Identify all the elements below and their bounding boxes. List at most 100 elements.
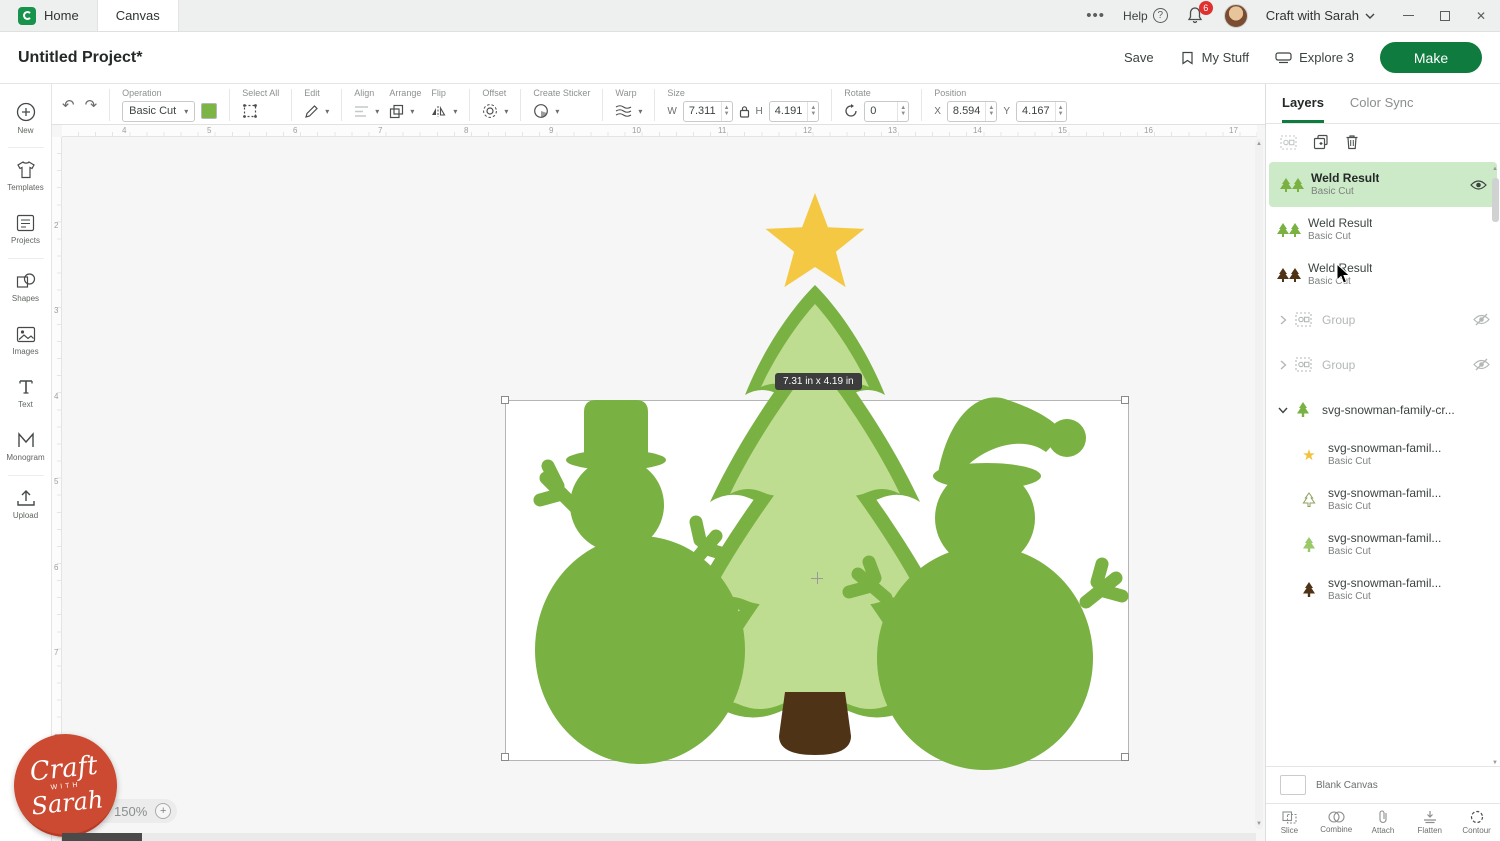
- select-all-button[interactable]: [242, 102, 258, 120]
- maximize-button[interactable]: [1439, 10, 1450, 21]
- arrange-button[interactable]: [389, 102, 404, 120]
- height-input[interactable]: 4.191 ▲ ▼: [768, 100, 820, 122]
- home-tab[interactable]: Home: [0, 0, 97, 31]
- layer-row-svg-child-star[interactable]: ★ svg-snowman-famil... Basic Cut: [1266, 432, 1500, 477]
- rotate-stepper[interactable]: ▲ ▼: [897, 101, 908, 121]
- selection-handle-bottom-left[interactable]: [501, 753, 509, 761]
- combine-button[interactable]: Combine: [1313, 811, 1360, 834]
- sidebar-item-text[interactable]: Text: [0, 367, 52, 420]
- attach-button[interactable]: Attach: [1360, 810, 1407, 835]
- close-button[interactable]: ✕: [1476, 10, 1486, 22]
- duplicate-button[interactable]: [1313, 133, 1329, 151]
- layer-row-weld-result-2[interactable]: Weld Result Basic Cut: [1266, 207, 1500, 252]
- avatar[interactable]: [1223, 3, 1248, 28]
- flip-caret-icon[interactable]: ▾: [453, 107, 457, 116]
- width-stepper[interactable]: ▲ ▼: [720, 101, 732, 121]
- layer-row-group-1[interactable]: Group: [1266, 297, 1500, 342]
- help-button[interactable]: Help ?: [1123, 8, 1168, 23]
- sidebar-item-images[interactable]: Images: [0, 314, 52, 367]
- more-menu-icon[interactable]: •••: [1086, 7, 1105, 24]
- make-button[interactable]: Make: [1380, 42, 1482, 73]
- layer-row-weld-result-1[interactable]: Weld Result Basic Cut: [1269, 162, 1497, 207]
- sidebar-item-monogram[interactable]: Monogram: [0, 420, 52, 473]
- design-canvas[interactable]: 4 5 6 7 8 9 10 11 12 13 14 15 16 17 2 3 …: [52, 125, 1265, 841]
- snowman-family-artwork[interactable]: [500, 180, 1140, 780]
- create-sticker-caret-icon[interactable]: ▾: [555, 107, 559, 116]
- scrollbar-thumb[interactable]: [1492, 178, 1499, 222]
- align-button[interactable]: [354, 102, 369, 120]
- minimize-button[interactable]: [1402, 15, 1414, 16]
- chevron-right-icon[interactable]: [1276, 314, 1290, 325]
- edit-caret-icon[interactable]: ▾: [325, 107, 329, 116]
- star-shape[interactable]: [765, 193, 865, 288]
- align-caret-icon[interactable]: ▾: [375, 107, 379, 116]
- create-sticker-button[interactable]: [533, 102, 549, 120]
- create-sticker-label: Create Sticker: [533, 88, 591, 98]
- canvas-horizontal-scrollbar[interactable]: [62, 833, 1256, 841]
- layers-scrollbar[interactable]: ▲ ▼: [1492, 166, 1499, 766]
- tab-color-sync[interactable]: Color Sync: [1350, 84, 1414, 123]
- sidebar-item-new[interactable]: New: [0, 92, 52, 145]
- slice-button[interactable]: Slice: [1266, 810, 1313, 835]
- blank-canvas-row[interactable]: Blank Canvas: [1266, 766, 1500, 803]
- account-menu[interactable]: Craft with Sarah: [1266, 8, 1375, 23]
- warp-button[interactable]: [615, 102, 632, 120]
- undo-button[interactable]: ↶: [62, 96, 75, 114]
- edit-button[interactable]: [304, 102, 319, 120]
- contour-button[interactable]: Contour: [1453, 810, 1500, 835]
- flatten-button[interactable]: Flatten: [1406, 810, 1453, 835]
- layer-row-weld-result-3[interactable]: Weld Result Basic Cut: [1266, 252, 1500, 297]
- sidebar-item-projects[interactable]: Projects: [0, 203, 52, 256]
- position-x-stepper[interactable]: ▲ ▼: [985, 101, 996, 121]
- tab-layers[interactable]: Layers: [1282, 84, 1324, 123]
- sidebar-item-upload[interactable]: Upload: [0, 478, 52, 531]
- zoom-in-button[interactable]: +: [155, 803, 172, 819]
- notifications-button[interactable]: 6: [1186, 0, 1213, 26]
- operation-select[interactable]: Basic Cut ▾: [122, 100, 196, 122]
- selection-handle-top-right[interactable]: [1121, 396, 1129, 404]
- arrange-caret-icon[interactable]: ▾: [410, 107, 414, 116]
- chevron-down-icon[interactable]: [1276, 406, 1290, 414]
- rotate-icon[interactable]: [844, 102, 858, 120]
- layer-row-svg-child-tree-green[interactable]: svg-snowman-famil... Basic Cut: [1266, 522, 1500, 567]
- canvas-vertical-scrollbar[interactable]: ▲ ▼: [1255, 139, 1263, 829]
- selection-handle-bottom-right[interactable]: [1121, 753, 1129, 761]
- redo-button[interactable]: ↷: [85, 96, 98, 114]
- group-button[interactable]: [1280, 133, 1297, 151]
- scroll-up-icon[interactable]: ▲: [1492, 166, 1498, 172]
- flip-button[interactable]: [431, 102, 447, 120]
- explore-button[interactable]: Explore 3: [1275, 50, 1354, 65]
- scroll-up-icon[interactable]: ▲: [1256, 141, 1262, 147]
- offset-caret-icon[interactable]: ▾: [504, 107, 508, 116]
- color-swatch[interactable]: [201, 103, 218, 119]
- layer-row-group-2[interactable]: Group: [1266, 342, 1500, 387]
- warp-caret-icon[interactable]: ▾: [638, 107, 642, 116]
- scroll-down-icon[interactable]: ▼: [1492, 760, 1498, 766]
- sidebar-item-shapes[interactable]: Shapes: [0, 261, 52, 314]
- position-y-stepper[interactable]: ▲ ▼: [1054, 101, 1066, 121]
- layer-row-svg-parent[interactable]: svg-snowman-family-cr...: [1266, 387, 1500, 432]
- left-snowman-shape[interactable]: [533, 400, 745, 764]
- layer-row-svg-child-tree-dark[interactable]: svg-snowman-famil... Basic Cut: [1266, 567, 1500, 612]
- visibility-icon[interactable]: [1470, 179, 1487, 191]
- scrollbar-thumb[interactable]: [62, 833, 142, 841]
- offset-button[interactable]: [482, 102, 498, 120]
- width-input[interactable]: 7.311 ▲ ▼: [682, 100, 733, 122]
- chevron-right-icon[interactable]: [1276, 359, 1290, 370]
- canvas-tab[interactable]: Canvas: [96, 0, 179, 31]
- blank-canvas-swatch[interactable]: [1280, 775, 1306, 795]
- height-stepper[interactable]: ▲ ▼: [807, 101, 818, 121]
- rotate-input[interactable]: 0 ▲ ▼: [864, 100, 910, 122]
- position-y-input[interactable]: 4.167 ▲ ▼: [1016, 100, 1067, 122]
- visibility-off-icon[interactable]: [1473, 358, 1490, 371]
- scroll-down-icon[interactable]: ▼: [1256, 821, 1262, 827]
- visibility-off-icon[interactable]: [1473, 313, 1490, 326]
- my-stuff-button[interactable]: My Stuff: [1180, 50, 1249, 65]
- position-x-input[interactable]: 8.594 ▲ ▼: [946, 100, 998, 122]
- lock-aspect-icon[interactable]: [739, 102, 750, 120]
- layer-row-svg-child-tree-outline[interactable]: svg-snowman-famil... Basic Cut: [1266, 477, 1500, 522]
- delete-button[interactable]: [1345, 133, 1359, 151]
- save-button[interactable]: Save: [1124, 50, 1154, 65]
- sidebar-item-templates[interactable]: Templates: [0, 150, 52, 203]
- selection-handle-top-left[interactable]: [501, 396, 509, 404]
